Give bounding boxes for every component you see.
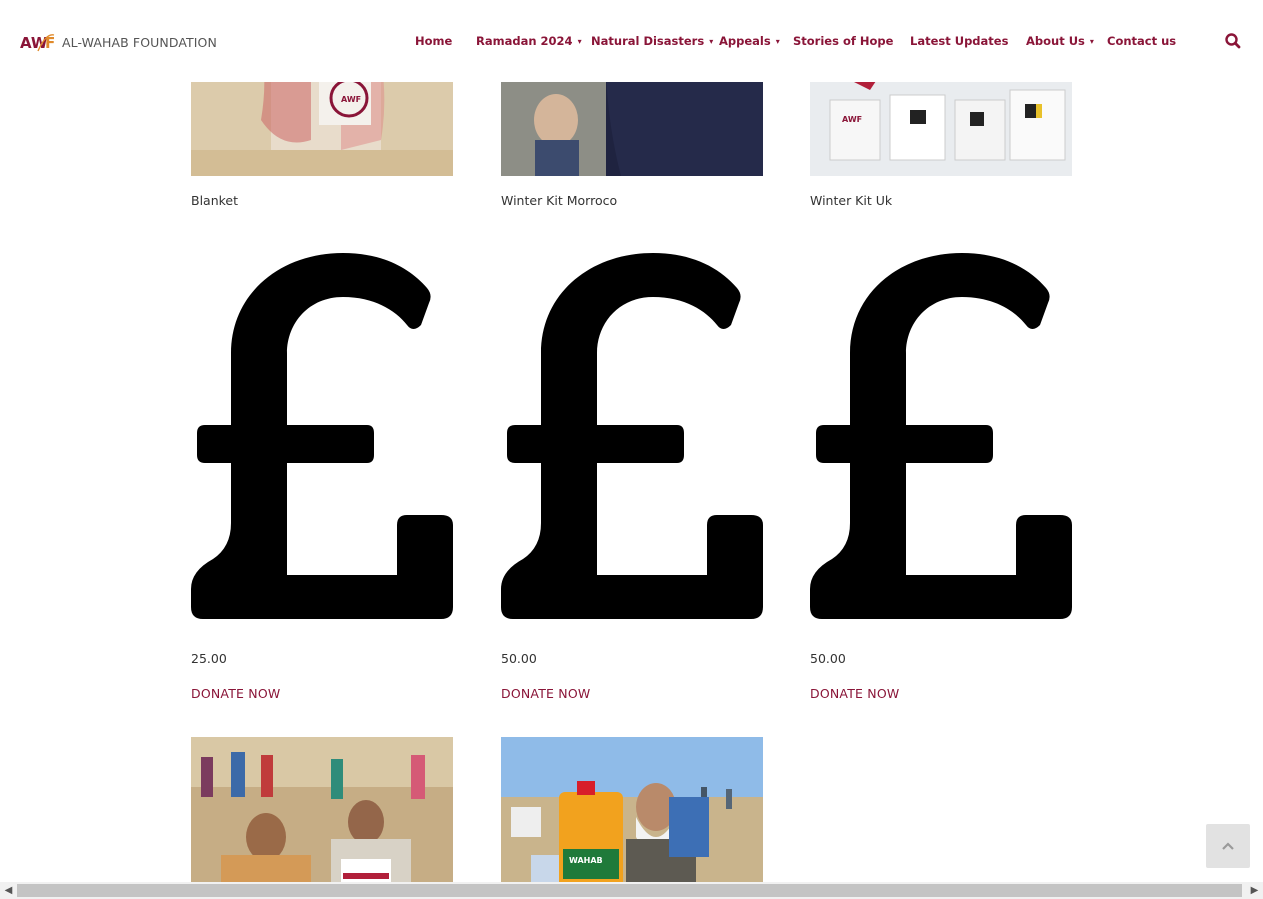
product-title[interactable]: Blanket — [191, 193, 238, 208]
nav-contact-us[interactable]: Contact us — [1107, 34, 1176, 48]
nav-natural-disasters[interactable]: Natural Disasters ▾ — [591, 34, 713, 48]
brand-name: AL-WAHAB FOUNDATION — [62, 34, 217, 50]
nav-label: About Us — [1026, 34, 1085, 48]
chevron-down-icon: ▾ — [1089, 36, 1094, 46]
awf-logo-mark: AW F — [20, 34, 55, 52]
pound-sign-icon — [191, 253, 453, 619]
nav-label: Home — [415, 34, 453, 48]
product-image-row2-1[interactable] — [191, 737, 453, 899]
site-logo[interactable]: AW F AL-WAHAB FOUNDATION — [20, 30, 217, 54]
pound-sign-icon — [810, 253, 1072, 619]
search-button[interactable] — [1223, 31, 1243, 51]
nav-label: Ramadan 2024 — [476, 34, 573, 48]
oil-can-label: WAHAB — [569, 856, 603, 865]
donate-now-button[interactable]: DONATE NOW — [501, 686, 590, 701]
nav-label: Appeals — [719, 34, 771, 48]
product-title[interactable]: Winter Kit Uk — [810, 193, 892, 208]
nav-home[interactable]: Home — [415, 34, 452, 48]
scroll-left-button[interactable]: ◀ — [0, 882, 17, 899]
product-image-row2-2[interactable]: WAHAB — [501, 737, 763, 899]
site-header: AW F AL-WAHAB FOUNDATION Home Ramadan 20… — [0, 0, 1263, 82]
svg-text:AWF: AWF — [842, 115, 862, 124]
nav-label: Natural Disasters — [591, 34, 705, 48]
chevron-right-icon: ▶ — [1250, 885, 1259, 896]
chevron-down-icon: ▾ — [775, 36, 780, 46]
nav-label: Contact us — [1107, 34, 1177, 48]
back-to-top-button[interactable] — [1206, 824, 1250, 868]
donate-now-button[interactable]: DONATE NOW — [810, 686, 899, 701]
nav-about-us[interactable]: About Us ▾ — [1026, 34, 1094, 48]
chevron-down-icon: ▾ — [709, 36, 714, 46]
svg-text:AW: AW — [20, 34, 48, 52]
product-price: 50.00 — [810, 651, 846, 666]
nav-appeals[interactable]: Appeals ▾ — [719, 34, 780, 48]
nav-label: Stories of Hope — [793, 34, 894, 48]
scroll-right-button[interactable]: ▶ — [1246, 882, 1263, 899]
chevron-up-icon — [1222, 842, 1234, 850]
search-icon — [1225, 33, 1241, 49]
chevron-down-icon: ▾ — [577, 36, 582, 46]
product-price: 25.00 — [191, 651, 227, 666]
nav-label: Latest Updates — [910, 34, 1009, 48]
product-price: 50.00 — [501, 651, 537, 666]
scrollbar-thumb[interactable] — [17, 884, 1242, 897]
elder-with-oil-can-photo: WAHAB — [501, 737, 763, 899]
product-title[interactable]: Winter Kit Morroco — [501, 193, 617, 208]
svg-text:AWF: AWF — [341, 95, 361, 104]
men-with-aid-boxes-photo — [191, 737, 453, 899]
nav-stories-of-hope[interactable]: Stories of Hope — [793, 34, 893, 48]
donate-now-button[interactable]: DONATE NOW — [191, 686, 280, 701]
nav-latest-updates[interactable]: Latest Updates — [910, 34, 1008, 48]
chevron-left-icon: ◀ — [4, 885, 13, 896]
nav-ramadan-2024[interactable]: Ramadan 2024 ▾ — [476, 34, 582, 48]
horizontal-scrollbar[interactable]: ◀ ▶ — [0, 882, 1263, 899]
pound-sign-icon — [501, 253, 763, 619]
